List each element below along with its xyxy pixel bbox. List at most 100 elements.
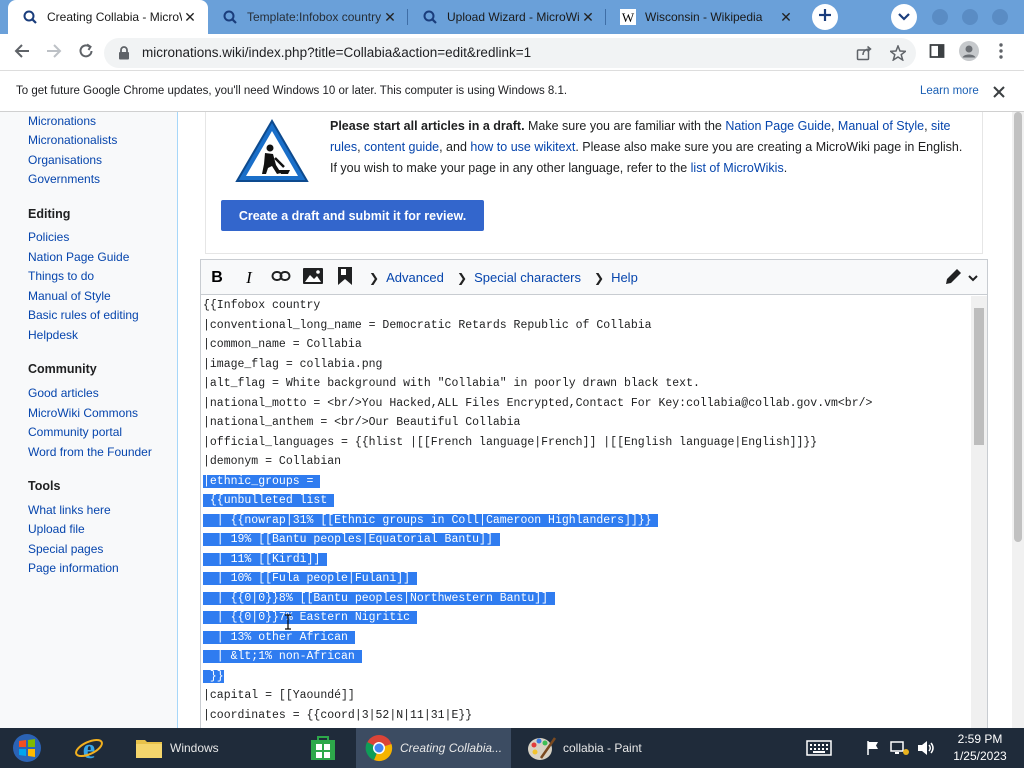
learn-more-link[interactable]: Learn more (920, 71, 979, 111)
close-tab-icon[interactable]: ✕ (778, 9, 794, 25)
sidebar-link-helpdesk[interactable]: Helpdesk (28, 328, 78, 342)
code-line: |conventional_long_name = Democratic Ret… (203, 316, 652, 336)
sidebar-link-word-from-founder[interactable]: Word from the Founder (28, 445, 152, 459)
link-manual-of-style[interactable]: Manual of Style (838, 119, 924, 133)
code-line-text: {{unbulleted list (203, 494, 335, 507)
close-tab-icon[interactable]: ✕ (382, 9, 398, 25)
link-content-guide[interactable]: content guide (364, 140, 439, 154)
tab-advanced[interactable]: ❯ Advanced (369, 260, 444, 296)
code-line: |capital = [[Yaoundé]] (203, 686, 355, 706)
page-scroll-thumb[interactable] (1014, 112, 1022, 542)
forward-arrow-icon (46, 43, 62, 64)
sidebar-link-micronationalists[interactable]: Micronationalists (28, 133, 117, 147)
sidebar-link-special-pages[interactable]: Special pages (28, 542, 103, 556)
sidebar-link-nation-page-guide[interactable]: Nation Page Guide (28, 250, 129, 264)
page-scrollbar[interactable] (1012, 112, 1024, 728)
taskbar-chrome[interactable]: Creating Collabia... (356, 728, 511, 768)
volume-icon[interactable] (914, 728, 938, 768)
tab-infobox-country[interactable]: Template:Infobox country - M ✕ (208, 0, 408, 34)
text-cursor-icon (284, 614, 292, 635)
close-window-button[interactable] (992, 9, 1008, 25)
tab-upload-wizard[interactable]: Upload Wizard - MicroWiki ✕ (408, 0, 606, 34)
lock-icon (118, 46, 130, 65)
internet-explorer-icon: e (74, 733, 104, 763)
code-line: |official_languages = {{hlist |[[French … (203, 433, 817, 453)
link-how-to-use-wikitext[interactable]: how to use wikitext (470, 140, 575, 154)
taskbar-store[interactable] (298, 728, 348, 768)
tab-wisconsin-wikipedia[interactable]: W Wisconsin - Wikipedia ✕ (606, 0, 804, 34)
code-line-text: | {{0|0}}7% Eastern Nigritic (203, 611, 417, 624)
tab-advanced-label: Advanced (386, 270, 444, 285)
svg-text:W: W (622, 10, 635, 25)
editor-scrollbar[interactable] (971, 296, 987, 728)
network-icon[interactable] (888, 728, 912, 768)
tab-creating-collabia[interactable]: Creating Collabia - MicroWiki ✕ (8, 0, 208, 34)
address-bar[interactable]: micronations.wiki/index.php?title=Collab… (104, 38, 916, 68)
citation-button[interactable] (332, 265, 358, 291)
code-line-text: |national_motto = <br/>You Hacked,ALL Fi… (203, 396, 873, 410)
tab-search-button[interactable] (891, 4, 917, 30)
sidebar-link-upload-file[interactable]: Upload file (28, 522, 85, 536)
maximize-button[interactable] (962, 9, 978, 25)
link-button[interactable] (268, 265, 294, 291)
sidebar-link-micronations[interactable]: Micronations (28, 114, 96, 128)
code-line-text: |alt_flag = White background with "Colla… (203, 377, 700, 390)
tab-help[interactable]: ❯ Help (594, 260, 638, 296)
tab-title: Creating Collabia - MicroWiki (47, 10, 182, 24)
close-tab-icon[interactable]: ✕ (580, 9, 596, 25)
notice-text-3: , (924, 119, 932, 133)
wikitext-textarea[interactable]: {{Infobox country |conventional_long_name… (203, 296, 971, 728)
sidebar-link-community-portal[interactable]: Community portal (28, 425, 122, 439)
browser-toolbar: micronations.wiki/index.php?title=Collab… (0, 34, 1024, 71)
taskbar-internet-explorer[interactable]: e (62, 728, 116, 768)
close-tab-icon[interactable]: ✕ (182, 9, 198, 25)
avatar-icon (959, 40, 979, 66)
link-list-of-microwikis[interactable]: list of MicroWikis (691, 161, 784, 175)
italic-button[interactable]: I (236, 265, 262, 291)
sidebar-link-manual-of-style[interactable]: Manual of Style (28, 289, 111, 303)
system-clock[interactable]: 2:59 PM 1/25/2023 (945, 731, 1015, 765)
sidebar-link-things-to-do[interactable]: Things to do (28, 269, 94, 283)
close-icon[interactable] (990, 83, 1008, 101)
tab-special-characters[interactable]: ❯ Special characters (457, 260, 581, 296)
keyboard-icon[interactable] (804, 728, 834, 768)
sidebar-link-organisations[interactable]: Organisations (28, 153, 102, 167)
sidebar-link-policies[interactable]: Policies (28, 230, 69, 244)
minimize-button[interactable] (932, 9, 948, 25)
share-icon[interactable] (856, 45, 872, 66)
bookmark-star-icon[interactable] (888, 43, 908, 66)
image-button[interactable] (300, 265, 326, 291)
code-line: | &lt;1% non-African (203, 647, 362, 667)
forward-button[interactable] (41, 40, 67, 66)
sidebar-link-what-links-here[interactable]: What links here (28, 503, 111, 517)
sidebar-link-governments[interactable]: Governments (28, 172, 100, 186)
new-tab-button[interactable] (812, 4, 838, 30)
code-line: | 19% [[Bantu peoples|Equatorial Bantu]] (203, 530, 500, 550)
wikitext-editor: B I ❯ Advanced ❯ Special characters ❯ He… (200, 259, 988, 728)
sidebar-link-good-articles[interactable]: Good articles (28, 386, 99, 400)
link-nation-page-guide[interactable]: Nation Page Guide (725, 119, 831, 133)
action-center-flag-icon[interactable] (862, 728, 884, 768)
profile-button[interactable] (956, 40, 982, 66)
sidebar-link-basic-rules[interactable]: Basic rules of editing (28, 308, 139, 322)
back-button[interactable] (9, 40, 35, 66)
code-line: |common_name = Collabia (203, 335, 362, 355)
bookmark-icon (338, 266, 352, 290)
side-panel-button[interactable] (924, 40, 950, 66)
reload-button[interactable] (73, 40, 99, 66)
sidebar-link-microwiki-commons[interactable]: MicroWiki Commons (28, 406, 138, 420)
editor-mode-switch[interactable] (941, 265, 981, 291)
taskbar-paint[interactable]: collabia - Paint (519, 728, 674, 768)
chrome-menu-button[interactable] (988, 40, 1014, 66)
sidebar-heading-community: Community (28, 362, 97, 376)
code-line-text: |capital = [[Yaoundé]] (203, 689, 355, 702)
code-line-text: | &lt;1% non-African (203, 650, 362, 663)
editor-scroll-thumb[interactable] (974, 308, 984, 445)
create-draft-button[interactable]: Create a draft and submit it for review. (221, 200, 484, 231)
sidebar-link-page-information[interactable]: Page information (28, 561, 119, 575)
start-button[interactable] (2, 728, 52, 768)
code-line: |national_motto = <br/>You Hacked,ALL Fi… (203, 394, 872, 414)
taskbar-windows-folder[interactable]: Windows (126, 728, 288, 768)
bold-button[interactable]: B (204, 265, 230, 291)
code-line: |image_flag = collabia.png (203, 355, 382, 375)
